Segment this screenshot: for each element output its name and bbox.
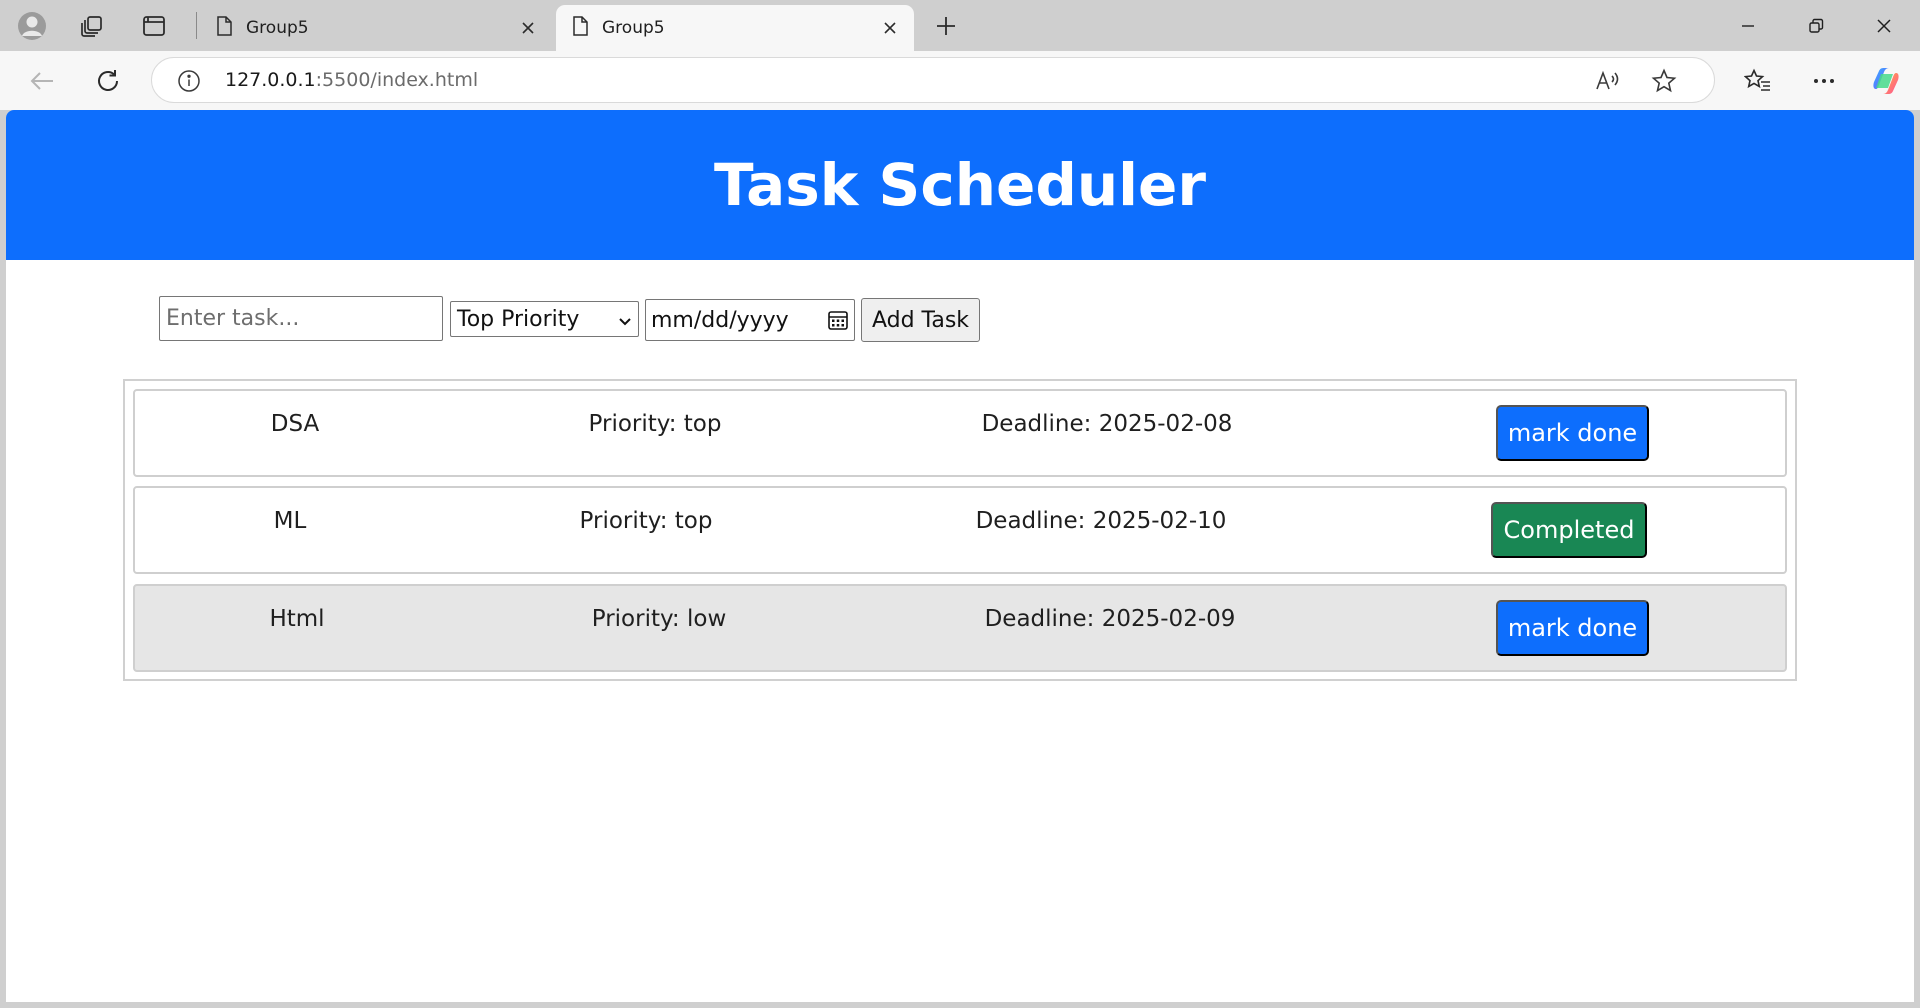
tab-separator — [196, 12, 197, 39]
task-name: Html — [269, 606, 325, 632]
task-input[interactable] — [159, 296, 443, 341]
task-row: DSA Priority: top Deadline: 2025-02-08 m… — [133, 389, 1787, 477]
page-viewport: Task Scheduler Top Priority mm/dd/yyyy A… — [6, 110, 1914, 1002]
read-aloud-icon[interactable] — [1592, 66, 1624, 96]
tab-title: Group5 — [246, 18, 309, 38]
browser-toolbar: 127.0.0.1:5500/index.html — [0, 51, 1920, 110]
url-host: 127.0.0.1 — [225, 69, 316, 91]
address-bar[interactable]: 127.0.0.1:5500/index.html — [151, 57, 1715, 103]
task-row: Html Priority: low Deadline: 2025-02-09 … — [133, 584, 1787, 672]
close-icon[interactable] — [878, 16, 902, 40]
task-priority: Priority: top — [579, 508, 713, 534]
site-info-icon[interactable] — [176, 68, 202, 94]
tab-title: Group5 — [602, 18, 665, 38]
add-task-button[interactable]: Add Task — [861, 298, 980, 342]
tab-group5-inactive[interactable]: Group5 — [200, 5, 552, 51]
task-priority: Priority: low — [591, 606, 727, 632]
profile-avatar-icon[interactable] — [14, 9, 50, 42]
copilot-icon[interactable] — [1866, 62, 1906, 100]
restore-icon[interactable] — [1782, 0, 1850, 51]
url-path: :5500/index.html — [315, 69, 479, 91]
task-deadline: Deadline: 2025-02-10 — [975, 508, 1227, 534]
vertical-tabs-icon[interactable] — [136, 9, 172, 42]
page-icon — [216, 15, 232, 41]
workspaces-icon[interactable] — [74, 9, 110, 42]
reload-icon[interactable] — [88, 62, 128, 100]
task-priority: Priority: top — [588, 411, 722, 437]
deadline-date-input[interactable]: mm/dd/yyyy — [645, 299, 855, 341]
favorite-star-icon[interactable] — [1648, 66, 1680, 96]
new-tab-icon[interactable] — [928, 9, 964, 42]
tab-group5-active[interactable]: Group5 — [556, 5, 914, 51]
task-row: ML Priority: top Deadline: 2025-02-10 Co… — [133, 486, 1787, 574]
favorites-list-icon[interactable] — [1738, 62, 1778, 100]
chevron-down-icon — [618, 311, 632, 336]
task-name: ML — [273, 508, 307, 534]
mark-done-button[interactable]: mark done — [1496, 600, 1649, 656]
close-icon[interactable] — [516, 16, 540, 40]
mark-done-button[interactable]: mark done — [1496, 405, 1649, 461]
task-deadline: Deadline: 2025-02-09 — [984, 606, 1236, 632]
page-title: Task Scheduler — [714, 151, 1206, 219]
minimize-icon[interactable] — [1714, 0, 1782, 51]
page-icon — [572, 15, 588, 41]
page-header: Task Scheduler — [6, 110, 1914, 260]
task-deadline: Deadline: 2025-02-08 — [981, 411, 1233, 437]
task-name: DSA — [270, 411, 320, 437]
more-options-icon[interactable] — [1804, 62, 1844, 100]
browser-tab-strip: Group5 Group5 — [0, 0, 1920, 51]
task-list: DSA Priority: top Deadline: 2025-02-08 m… — [123, 379, 1797, 681]
date-placeholder: mm/dd/yyyy — [651, 307, 789, 333]
completed-button[interactable]: Completed — [1491, 502, 1647, 558]
priority-selected-value: Top Priority — [457, 306, 580, 332]
window-close-icon[interactable] — [1850, 0, 1918, 51]
back-arrow-icon[interactable] — [22, 62, 62, 100]
url-text[interactable]: 127.0.0.1:5500/index.html — [225, 69, 478, 91]
priority-select[interactable]: Top Priority — [450, 301, 639, 337]
calendar-icon[interactable] — [827, 309, 849, 337]
